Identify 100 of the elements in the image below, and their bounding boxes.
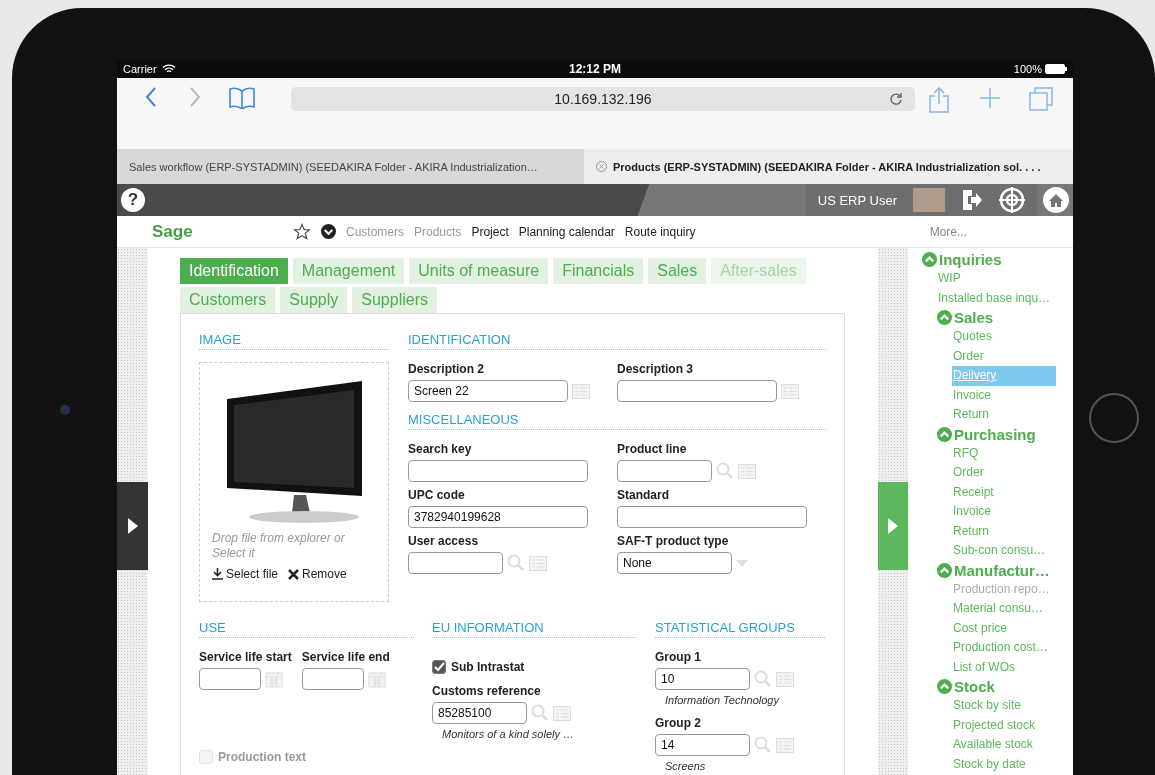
form-tab[interactable]: Identification [180,258,288,284]
image-drop-zone[interactable]: Drop file from explorer or Select it Select file Remove [199,362,389,602]
battery-percent: 100% [1013,63,1042,75]
form-tab[interactable]: Financials [553,258,644,284]
help-button[interactable]: ? [121,188,145,212]
tree-item[interactable]: RFQ [952,443,1056,463]
user-name[interactable]: US ERP User [817,192,897,208]
close-icon[interactable] [288,568,300,580]
tree-item[interactable]: Cost price [952,618,1056,638]
address-bar[interactable]: 10.169.132.196 [291,87,915,111]
remove-button[interactable]: Remove [288,567,347,581]
tree-group[interactable]: Inquiries [922,250,1073,269]
nav-link[interactable]: Route inquiry [624,224,696,239]
input-field[interactable] [408,552,503,574]
tree-item[interactable]: WIP [937,269,1041,289]
tree-item[interactable]: Invoice [952,502,1056,522]
field-label: Group 1 [655,650,702,664]
collapse-icon[interactable] [937,426,952,442]
input-field[interactable]: 10 [655,668,750,690]
checkbox[interactable] [432,660,446,674]
field-label: Description 3 [617,362,695,376]
form-tab[interactable]: Units of measure [409,258,549,284]
tree-item[interactable]: Invoice [952,385,1056,405]
triangle-right-icon[interactable] [127,517,138,534]
input-field[interactable] [617,380,777,402]
reload-icon[interactable] [889,92,903,106]
tree-item[interactable]: Quotes [952,327,1056,347]
tree-item[interactable]: Sub-con consu… [952,541,1056,561]
tree-item[interactable]: Order [952,463,1056,483]
tree-item[interactable]: Available stock [952,735,1056,755]
collapse-icon[interactable] [937,310,952,325]
input-field[interactable] [617,460,712,482]
carrier-label: Carrier [123,63,157,75]
field-label: Description 2 [408,362,486,376]
collapse-icon[interactable] [937,562,952,578]
logo[interactable]: Sage [117,221,293,242]
more-link[interactable]: More... [929,224,967,239]
tree-group[interactable]: Sales [937,308,1073,327]
input-field[interactable]: 14 [655,734,750,756]
field-description: Monitors of a kind solely … [441,728,576,740]
share-icon[interactable] [929,87,949,113]
field-description: Screens [664,760,707,772]
tree-item[interactable]: Order [952,346,1056,366]
tree-item[interactable]: Return [952,405,1056,425]
input-field[interactable]: 85285100 [432,702,527,724]
input-field[interactable] [617,506,807,528]
tree-item[interactable]: Stock by date [952,754,1056,774]
field-label: Service life start [199,650,292,664]
browser-tab[interactable]: Sales workflow (ERP-SYSTADMIN) (SEEDAKIRA Folder - AKIRA Industrialization… [117,149,584,184]
drop-hint: Drop file from explorer or Select it [212,531,346,561]
field-label: Group 2 [655,716,702,730]
tabs-icon[interactable] [1029,87,1053,111]
forward-icon[interactable] [189,87,201,107]
tree-item[interactable]: Projected stock [952,715,1056,735]
form-tab[interactable]: Customers [180,287,276,313]
right-panel-toggle[interactable] [878,481,908,570]
collapse-icon[interactable] [937,679,952,694]
form-tab[interactable]: Management [292,258,405,284]
input-field[interactable]: 3782940199628 [408,506,588,528]
form-tab[interactable]: Supply [280,287,348,313]
date-field[interactable] [199,668,261,690]
tree-item[interactable]: Material consu… [952,599,1056,619]
tree-item[interactable]: Return [952,521,1056,541]
browser-tab[interactable]: Products (ERP-SYSTADMIN) (SEEDAKIRA Folder - AKIRA Industrialization sol. . . . [583,149,1073,184]
tree-group[interactable]: Purchasing [937,424,1073,444]
logout-icon[interactable] [961,189,983,211]
dropdown-field[interactable]: None [617,552,732,574]
input-field[interactable]: Screen 22 [408,380,568,402]
time-label: 12:12 PM [569,62,621,76]
tree-item[interactable]: Receipt [952,482,1056,502]
date-field[interactable] [301,668,364,690]
tree-item[interactable]: Delivery [952,366,1056,386]
input-field[interactable] [408,460,588,482]
section-heading: IMAGE [199,332,389,350]
crosshair-icon[interactable] [999,187,1025,213]
star-icon[interactable] [293,222,311,241]
tree-item[interactable]: List of WOs [952,657,1056,677]
home-button[interactable] [1089,393,1139,443]
download-icon[interactable] [212,568,223,580]
section-heading: STATISTICAL GROUPS [655,620,825,638]
tree-item[interactable]: Installed base inqu… [937,288,1052,308]
form-tab[interactable]: Sales [648,258,707,284]
left-panel-toggle[interactable] [117,481,148,570]
tree-item[interactable]: Stock by site [952,696,1056,716]
tree-group[interactable]: Manufactur… [937,560,1073,580]
back-icon[interactable] [145,87,157,107]
battery-icon [1045,64,1067,74]
select-file-button[interactable]: Select file [212,567,279,581]
plus-icon[interactable] [979,87,1001,109]
field-label: SAF-T product type [617,534,730,548]
tree-item[interactable]: Production cost… [952,638,1056,658]
chevron-down-icon[interactable] [321,224,336,239]
home-icon[interactable] [1043,187,1069,213]
collapse-icon[interactable] [922,252,937,267]
nav-link[interactable]: Project [471,224,509,239]
nav-link[interactable]: Planning calendar [518,224,615,239]
bookmarks-icon[interactable] [229,87,255,109]
section-heading: MISCELLANEOUS [408,412,826,430]
form-tab[interactable]: Suppliers [352,287,437,313]
tree-group[interactable]: Stock [937,677,1073,696]
